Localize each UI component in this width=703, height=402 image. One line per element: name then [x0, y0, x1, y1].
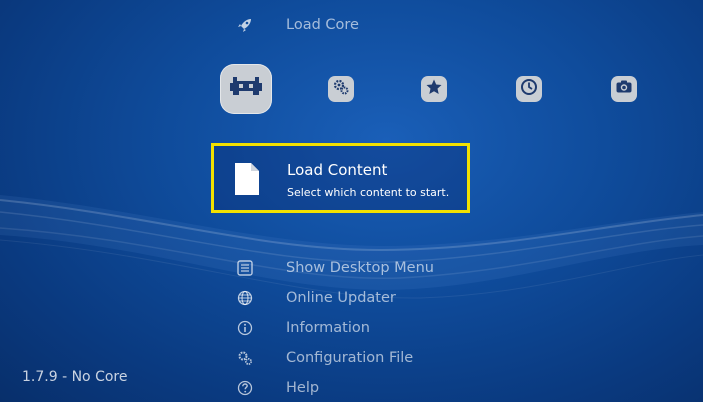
information-item[interactable]: Information: [234, 320, 370, 336]
load-content-description: Select which content to start.: [287, 186, 450, 199]
main-menu-category[interactable]: [220, 64, 272, 114]
star-icon: [425, 78, 443, 100]
rocket-icon: [234, 16, 256, 34]
file-icon: [234, 162, 260, 200]
history-category[interactable]: [516, 76, 542, 102]
gears-icon: [234, 350, 256, 366]
retroarch-invader-icon: [227, 75, 265, 103]
show-desktop-menu-item[interactable]: Show Desktop Menu: [234, 260, 434, 276]
help-icon: [234, 380, 256, 396]
favorites-category[interactable]: [421, 76, 447, 102]
clock-icon: [520, 78, 538, 100]
help-item[interactable]: Help: [234, 380, 319, 396]
images-category[interactable]: [611, 76, 637, 102]
configuration-file-label: Configuration File: [286, 350, 414, 366]
load-core-item[interactable]: Load Core: [234, 16, 359, 34]
load-core-label: Load Core: [286, 17, 359, 33]
version-status: 1.7.9 - No Core: [22, 369, 128, 385]
camera-icon: [615, 78, 633, 100]
settings-gears-icon: [332, 78, 350, 100]
online-updater-item[interactable]: Online Updater: [234, 290, 396, 306]
information-label: Information: [286, 320, 370, 336]
list-icon: [234, 260, 256, 276]
load-content-title: Load Content: [287, 161, 388, 179]
load-content-item[interactable]: Load Content Select which content to sta…: [211, 143, 470, 213]
show-desktop-menu-label: Show Desktop Menu: [286, 260, 434, 276]
online-updater-label: Online Updater: [286, 290, 396, 306]
help-label: Help: [286, 380, 320, 396]
settings-category[interactable]: [328, 76, 354, 102]
info-icon: [234, 320, 256, 336]
configuration-file-item[interactable]: Configuration File: [234, 350, 413, 366]
globe-icon: [234, 290, 256, 306]
